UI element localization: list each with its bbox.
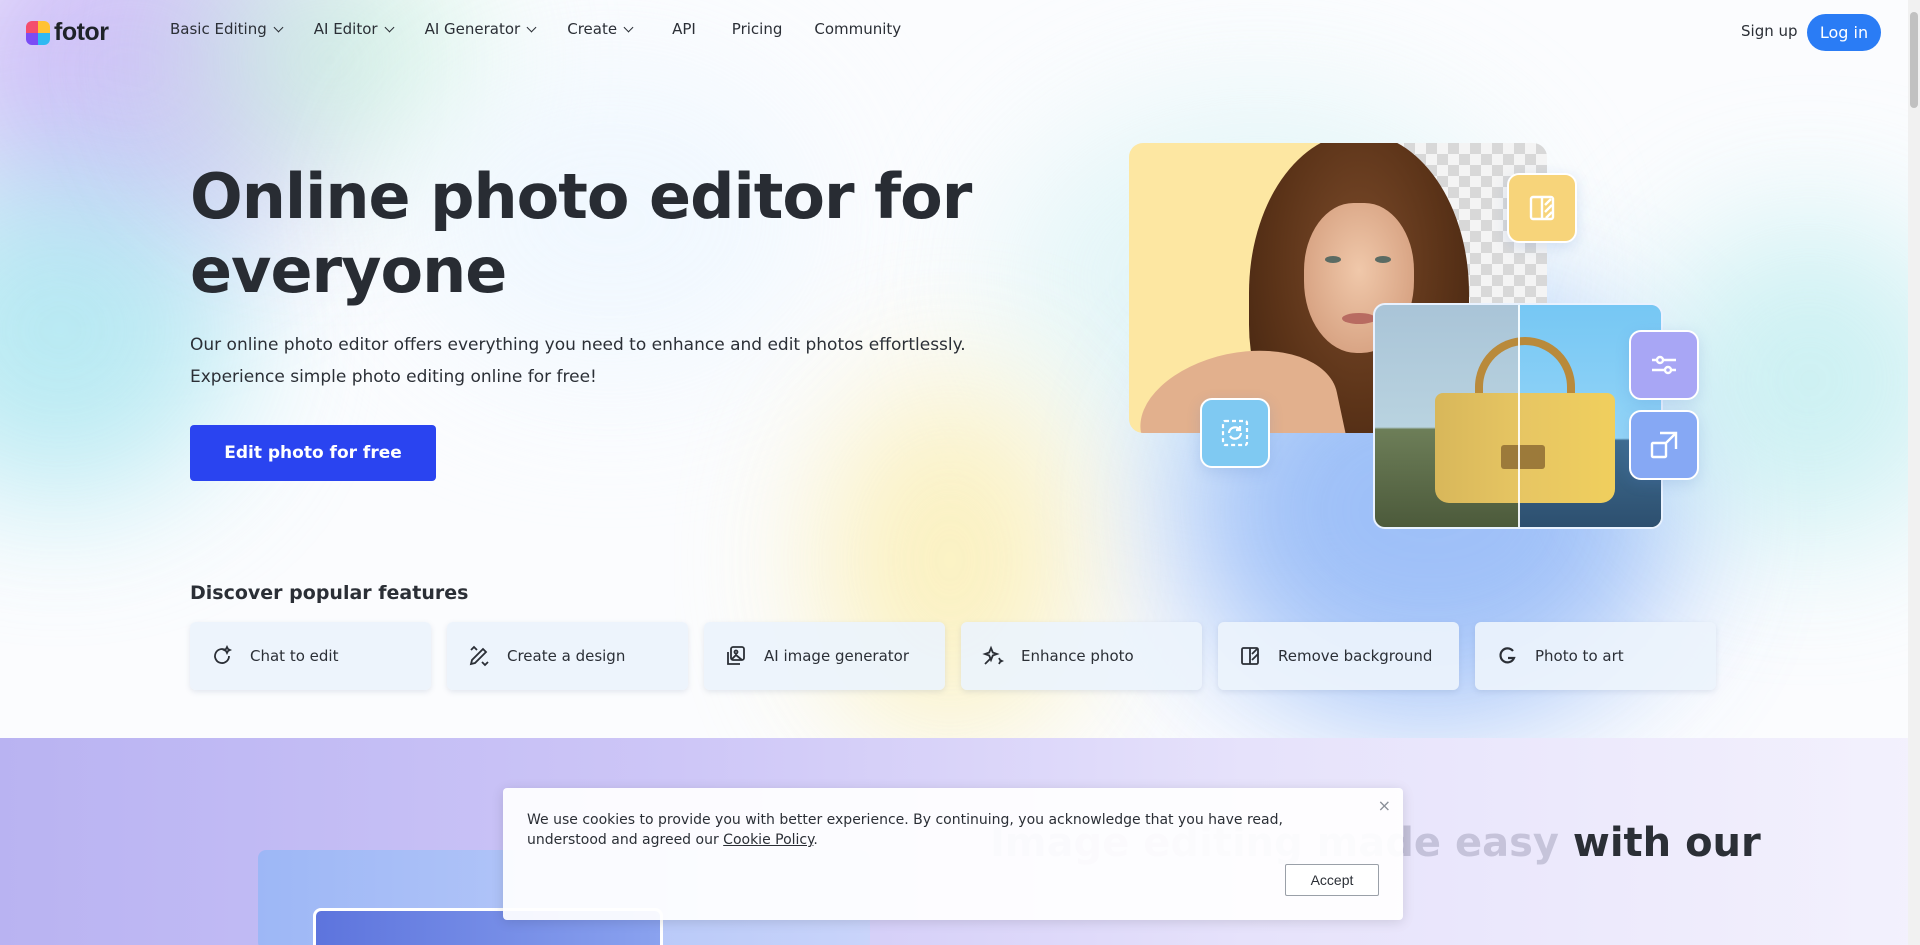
art-brush-icon (1499, 647, 1516, 664)
cookie-policy-link[interactable]: Cookie Policy (723, 832, 813, 848)
feature-photo-to-art[interactable]: Photo to art (1475, 622, 1716, 690)
feature-label: Remove background (1278, 647, 1433, 665)
sparkle-icon (982, 645, 1005, 665)
hero-title-line-2: everyone (190, 234, 507, 307)
remove-bg-icon (1241, 647, 1259, 665)
feature-create-a-design[interactable]: Create a design (447, 622, 688, 690)
nav-label: Basic Editing (170, 20, 267, 38)
features-title: Discover popular features (190, 582, 469, 604)
feature-remove-background[interactable]: Remove background (1218, 622, 1459, 690)
hero-illustration (1120, 120, 1710, 540)
nav-create[interactable]: Create (567, 20, 634, 38)
handbag-clasp (1501, 445, 1545, 469)
nav-label: Community (814, 20, 902, 38)
edit-photo-cta-button[interactable]: Edit photo for free (190, 425, 436, 481)
cookie-message: We use cookies to provide you with bette… (527, 810, 1347, 850)
handbag-image (1373, 303, 1663, 529)
feature-label: Enhance photo (1021, 647, 1134, 665)
log-in-button[interactable]: Log in (1807, 14, 1881, 51)
rotate-tool-icon (1200, 398, 1270, 468)
chevron-down-icon (623, 22, 634, 32)
hero-title: Online photo editor for everyone (190, 160, 972, 308)
hero-subtitle-line-2: Experience simple photo editing online f… (190, 367, 597, 387)
portrait-eye (1325, 256, 1341, 263)
nav-label: AI Editor (313, 20, 378, 38)
feature-enhance-photo[interactable]: Enhance photo (961, 622, 1202, 690)
nav-label: Create (567, 20, 618, 38)
fotor-logo[interactable]: fotor (26, 18, 109, 47)
feature-label: AI image generator (764, 647, 910, 665)
feature-ai-image-generator[interactable]: AI image generator (704, 622, 945, 690)
feature-chat-to-edit[interactable]: Chat to edit (190, 622, 431, 690)
fotor-logo-text: fotor (54, 18, 109, 46)
hero-subtitle: Our online photo editor offers everythin… (190, 329, 966, 393)
features-list: Chat to edit Create a design AI image ge… (190, 622, 1716, 690)
nav-api[interactable]: API (672, 20, 696, 38)
sign-up-link[interactable]: Sign up (1741, 22, 1798, 40)
fotor-logo-icon (26, 20, 50, 45)
feature-label: Photo to art (1535, 647, 1624, 665)
portrait-eye (1375, 256, 1391, 263)
nav-label: AI Generator (424, 20, 521, 38)
page-scrollbar[interactable] (1908, 0, 1920, 945)
adjust-sliders-icon (1629, 330, 1699, 400)
feature-label: Create a design (507, 647, 626, 665)
resize-tool-icon (1629, 410, 1699, 480)
remove-background-tool-icon (1507, 173, 1577, 243)
accept-cookies-button[interactable]: Accept (1285, 864, 1379, 896)
chat-edit-icon (214, 644, 233, 664)
cookie-banner: × We use cookies to provide you with bet… (503, 788, 1403, 920)
main-menu: Basic Editing AI Editor AI Generator Cre… (170, 20, 933, 38)
hero-subtitle-line-1: Our online photo editor offers everythin… (190, 335, 966, 355)
hero-title-line-1: Online photo editor for (190, 160, 972, 233)
nav-basic-editing[interactable]: Basic Editing (170, 20, 284, 38)
nav-label: Pricing (731, 20, 783, 38)
design-pen-icon (469, 645, 489, 667)
cookie-text: We use cookies to provide you with bette… (527, 812, 1283, 848)
nav-community[interactable]: Community (814, 20, 901, 38)
chevron-down-icon (526, 22, 537, 32)
ai-image-icon (727, 646, 745, 665)
nav-ai-editor[interactable]: AI Editor (313, 20, 395, 38)
nav-label: API (672, 20, 696, 38)
top-navigation: fotor Basic Editing AI Editor AI Generat… (0, 0, 1908, 64)
nav-ai-generator[interactable]: AI Generator (424, 20, 537, 38)
compare-divider (1518, 305, 1520, 527)
close-icon[interactable]: × (1378, 796, 1391, 815)
nav-pricing[interactable]: Pricing (732, 20, 783, 38)
chevron-down-icon (273, 22, 284, 32)
cookie-text-end: . (813, 832, 818, 848)
feature-label: Chat to edit (250, 647, 339, 665)
scrollbar-thumb[interactable] (1910, 12, 1918, 108)
portrait-lips (1342, 313, 1376, 324)
chevron-down-icon (384, 22, 395, 32)
lower-heading-text: with our (1572, 820, 1761, 866)
